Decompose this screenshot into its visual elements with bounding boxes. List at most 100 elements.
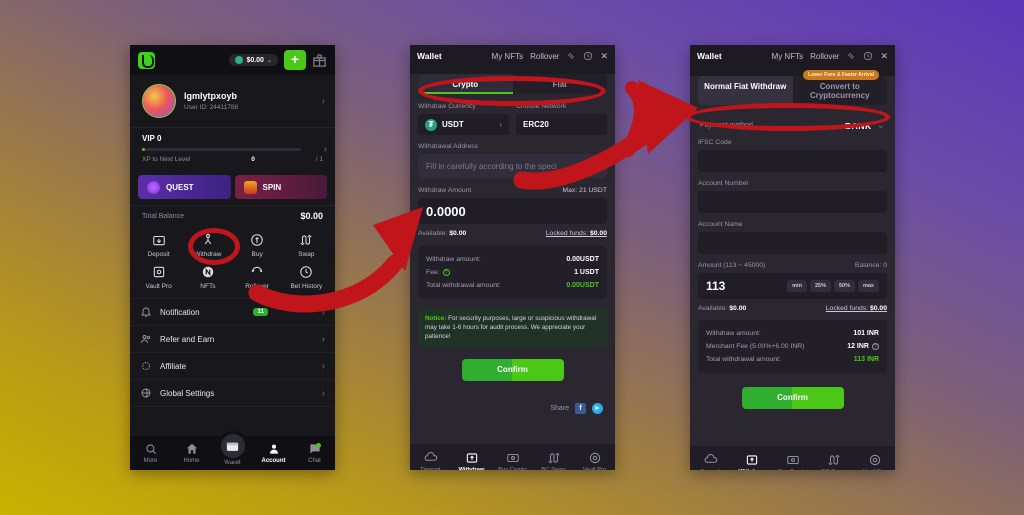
currency-select[interactable]: ₮ USDT › (418, 114, 509, 135)
nav-buy-crypto[interactable]: Buy Crypto (492, 451, 533, 470)
nav-label: Chat (308, 458, 321, 464)
quick-25[interactable]: 25% (809, 280, 831, 292)
action-rollover[interactable]: Rollover (233, 264, 282, 290)
profile-row[interactable]: Igmlytpxoyb User ID: 24411788 › (130, 75, 335, 127)
lower-fees-badge: Lower Fees & Faster Arrival (803, 70, 879, 80)
summary-value: 12 INR (847, 343, 869, 350)
close-icon[interactable]: ✕ (880, 51, 888, 62)
nav-wallet[interactable]: Wallet (212, 431, 253, 466)
info-icon[interactable]: ? (442, 269, 450, 276)
action-buy[interactable]: Buy (233, 232, 282, 258)
nav-withdraw[interactable]: Withdraw (731, 453, 772, 470)
add-funds-button[interactable]: + (284, 50, 306, 70)
vip-progress-bar (142, 148, 302, 151)
locked-funds-link[interactable]: Locked funds: $0.00 (546, 230, 607, 237)
spin-icon (243, 180, 257, 194)
action-swap[interactable]: Swap (282, 232, 331, 258)
account-name-input[interactable] (698, 232, 887, 254)
nav-more[interactable]: More (130, 442, 171, 464)
link-icon[interactable] (846, 51, 856, 61)
amount-input[interactable]: 113 min 25% 50% max (698, 273, 887, 299)
nav-buy-crypto[interactable]: Buy Crypto (772, 453, 813, 470)
chevron-right-icon: › (321, 306, 325, 318)
list-item-refer-and-earn[interactable]: Refer and Earn › (130, 326, 335, 353)
clock-icon (300, 266, 313, 278)
rollover-link[interactable]: Rollover (530, 52, 559, 61)
wallet-fab[interactable] (217, 431, 248, 461)
network-select[interactable]: ERC20 (516, 114, 607, 135)
account-name-label: Account Name (698, 221, 743, 228)
people-icon (141, 335, 151, 344)
list-item-label: Notification (160, 307, 200, 317)
phone-screen-account: $0.00 ⌄ + Igmlytpxoyb User ID: 24411788 … (130, 45, 335, 470)
facebook-icon[interactable]: f (575, 403, 586, 415)
account-number-input[interactable] (698, 191, 887, 213)
tab-crypto[interactable]: Crypto (418, 74, 513, 94)
nav-bc-swap[interactable]: BC Swap (533, 451, 574, 470)
list-item-notification[interactable]: Notification 11 › (130, 299, 335, 326)
withdraw-amount-input[interactable]: 0.0000 (418, 198, 607, 224)
nav-vault-pro[interactable]: Vault Pro (574, 451, 615, 470)
history-icon[interactable] (583, 51, 593, 61)
close-icon[interactable]: ✕ (600, 51, 608, 62)
chevron-down-icon: ⌄ (876, 120, 885, 131)
amount-range-label: Amount (113 ~ 45000) (698, 262, 766, 269)
nav-withdraw[interactable]: Withdraw (451, 451, 492, 470)
spin-button[interactable]: SPIN (234, 175, 327, 199)
action-deposit[interactable]: Deposit (134, 232, 183, 258)
screenshot-canvas: $0.00 ⌄ + Igmlytpxoyb User ID: 24411788 … (0, 0, 1024, 515)
fiat-withdraw-body: Lower Fees & Faster Arrival Normal Fiat … (690, 70, 895, 471)
chevron-right-icon: › (323, 144, 327, 155)
action-bet-history[interactable]: Bet History (282, 264, 331, 290)
summary-row: Total withdrawal amount: 0.00USDT (426, 279, 599, 292)
withdrawal-address-input[interactable]: Fill in carefully according to the speci (418, 154, 607, 178)
ifsc-code-input[interactable] (698, 150, 887, 172)
gift-icon[interactable] (312, 53, 327, 68)
more-icon (145, 444, 156, 455)
action-withdraw[interactable]: Withdraw (183, 232, 232, 258)
telegram-icon[interactable]: ► (592, 403, 603, 415)
phone-screen-fiat-withdraw: Wallet My NFTs Rollover ✕ Lower Fees & F… (690, 45, 895, 470)
brand-logo-icon[interactable] (138, 51, 155, 69)
quick-min[interactable]: min (787, 280, 807, 292)
ifsc-code-label: IFSC Code (698, 139, 732, 146)
nav-account[interactable]: Account (253, 442, 294, 464)
link-icon[interactable] (566, 51, 576, 61)
list-item-global-settings[interactable]: Global Settings › (130, 380, 335, 407)
tab-fiat[interactable]: Fiat (513, 74, 608, 94)
action-vault-pro[interactable]: Vault Pro (134, 264, 183, 290)
chevron-right-icon: › (321, 333, 325, 345)
nav-vault-pro[interactable]: Vault Pro (854, 453, 895, 470)
action-label: Rollover (245, 283, 270, 290)
nav-deposit[interactable]: Deposit (690, 453, 731, 470)
share-label: Share (550, 405, 569, 413)
history-icon[interactable] (863, 51, 873, 61)
nav-home[interactable]: Home (171, 442, 212, 464)
payment-method-row[interactable]: Payment method BANK ⌄ (698, 114, 887, 139)
locked-funds-link[interactable]: Locked funds: $0.00 (826, 305, 887, 312)
my-nfts-link[interactable]: My NFTs (492, 52, 524, 61)
balance-pill[interactable]: $0.00 ⌄ (229, 54, 278, 66)
vip-section[interactable]: VIP 0 XP to Next Level 0 / 1 › (130, 127, 335, 171)
username: Igmlytpxoyb (184, 91, 238, 101)
confirm-button[interactable]: Confirm (461, 359, 564, 382)
nav-deposit[interactable]: Deposit (410, 451, 451, 470)
rollover-link[interactable]: Rollover (810, 52, 839, 61)
quick-50[interactable]: 50% (833, 280, 855, 292)
list-item-affiliate[interactable]: Affiliate › (130, 353, 335, 380)
nav-label: BC Swap (813, 469, 854, 471)
withdraw-icon (466, 452, 477, 463)
tab-normal-fiat-withdraw[interactable]: Normal Fiat Withdraw (698, 76, 793, 105)
confirm-button[interactable]: Confirm (741, 387, 844, 409)
quest-button[interactable]: QUEST (138, 175, 231, 199)
nav-bc-swap[interactable]: BC Swap (813, 453, 854, 471)
info-icon[interactable]: ? (872, 343, 879, 350)
nav-chat[interactable]: Chat (294, 442, 335, 464)
avatar (142, 84, 176, 118)
tab-convert-to-cryptocurrency[interactable]: Convert to Cryptocurrency (793, 76, 888, 105)
my-nfts-link[interactable]: My NFTs (772, 52, 804, 61)
xp-value: 0 (251, 156, 255, 163)
quick-max[interactable]: max (857, 280, 879, 292)
summary-label: Total withdrawal amount: (426, 282, 501, 289)
action-nfts[interactable]: NFTs (183, 264, 232, 290)
